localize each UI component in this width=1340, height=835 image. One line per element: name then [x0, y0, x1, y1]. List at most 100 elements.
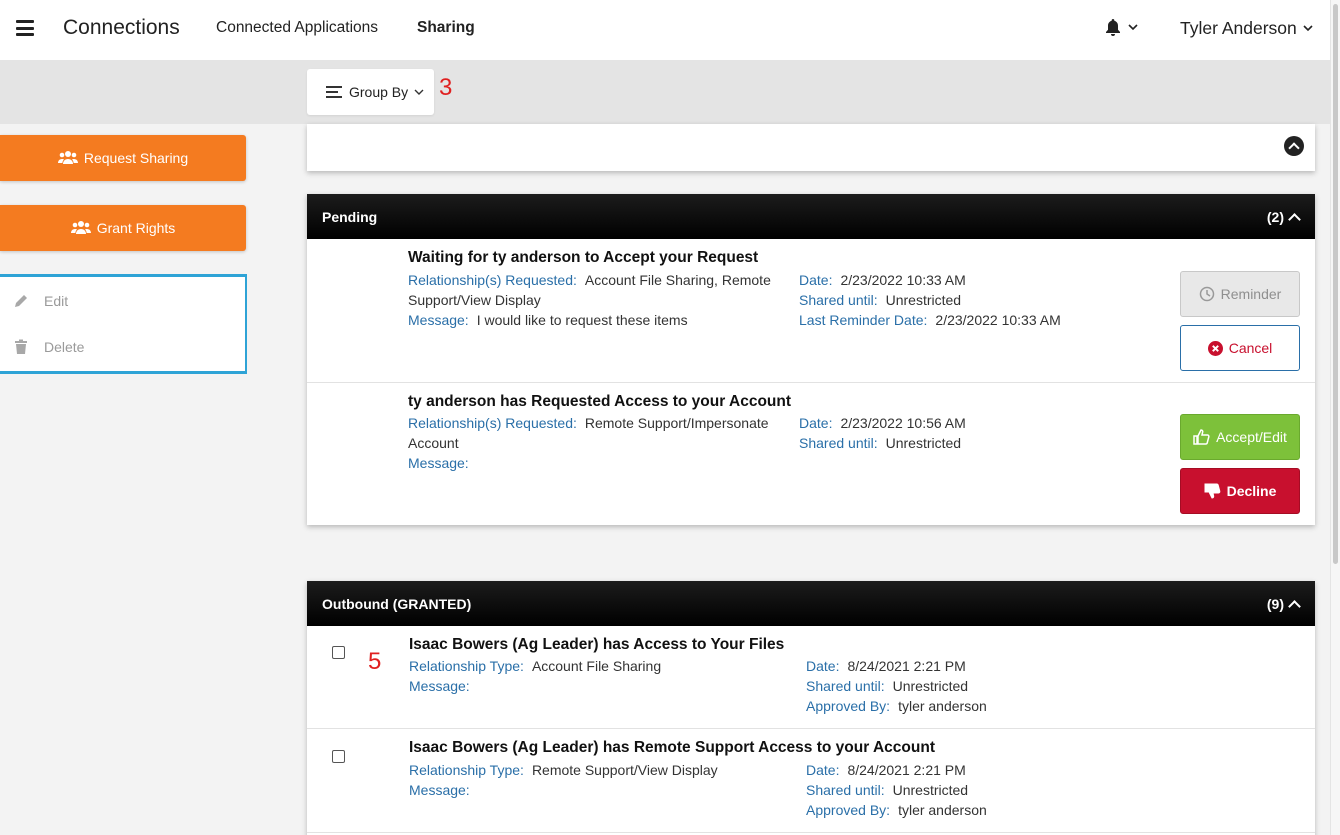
- outbound-title: Outbound (GRANTED): [322, 596, 472, 612]
- field-key: Message:: [409, 782, 470, 798]
- cancel-button[interactable]: Cancel: [1180, 325, 1300, 371]
- reminder-label: Reminder: [1220, 286, 1282, 302]
- date-field: Date: 2/23/2022 10:56 AM: [799, 413, 966, 433]
- delete-action[interactable]: Delete: [13, 339, 84, 355]
- accept-edit-button[interactable]: Accept/Edit: [1180, 414, 1300, 460]
- row-title: Isaac Bowers (Ag Leader) has Access to Y…: [409, 636, 785, 653]
- user-name: Tyler Anderson: [1180, 18, 1297, 38]
- field-value: I would like to request these items: [476, 312, 688, 328]
- field-value: 2/23/2022 10:33 AM: [840, 272, 966, 288]
- field-key: Date:: [806, 658, 840, 674]
- pending-row: ty anderson has Requested Access to your…: [307, 383, 1315, 525]
- close-circle-icon: [1207, 340, 1223, 356]
- field-key: Relationship(s) Requested:: [408, 272, 577, 288]
- cancel-label: Cancel: [1228, 340, 1273, 356]
- outbound-section: Outbound (GRANTED) (9) 5 Isaac Bowers (A…: [307, 581, 1315, 835]
- field-key: Date:: [799, 415, 833, 431]
- clock-icon: [1199, 286, 1214, 302]
- field-key: Relationship Type:: [409, 658, 524, 674]
- field-key: Message:: [408, 312, 469, 328]
- thumbs-up-icon: [1193, 429, 1210, 445]
- field-key: Date:: [799, 272, 833, 288]
- field-value: 2/23/2022 10:56 AM: [840, 415, 966, 431]
- field-value: Unrestricted: [892, 678, 969, 694]
- relationship-type-field: Relationship Type: Account File Sharing: [409, 656, 661, 676]
- chevron-down-icon: [414, 89, 424, 95]
- delete-label: Delete: [44, 339, 85, 355]
- row-title: ty anderson has Requested Access to your…: [408, 393, 792, 410]
- grant-rights-label: Grant Rights: [96, 220, 176, 236]
- field-key: Approved By:: [806, 802, 891, 818]
- field-key: Message:: [409, 678, 470, 694]
- request-sharing-button[interactable]: Request Sharing: [0, 135, 246, 181]
- outbound-row: Isaac Bowers (Ag Leader) has Remote Supp…: [307, 729, 1315, 833]
- edit-action[interactable]: Edit: [13, 293, 68, 309]
- users-icon: [57, 151, 78, 164]
- pending-header[interactable]: Pending (2): [307, 194, 1315, 239]
- field-key: Shared until:: [799, 435, 878, 451]
- row-checkbox[interactable]: [332, 750, 345, 763]
- scrollbar[interactable]: [1330, 0, 1340, 835]
- message-field: Message: I would like to request these it…: [408, 310, 688, 330]
- field-key: Approved By:: [806, 698, 891, 714]
- menu-icon[interactable]: [16, 20, 34, 36]
- field-key: Message:: [408, 455, 469, 471]
- relationship-field-cont: Support/View Display: [408, 292, 541, 308]
- field-value: tyler anderson: [898, 698, 987, 714]
- field-value: Unrestricted: [885, 292, 962, 308]
- action-panel: Edit Delete: [0, 274, 247, 374]
- group-by-button[interactable]: Group By: [307, 69, 434, 115]
- pending-section: Pending (2) Waiting for ty anderson to A…: [307, 194, 1315, 525]
- scrollbar-thumb[interactable]: [1333, 4, 1338, 564]
- field-value: Unrestricted: [892, 782, 969, 798]
- request-sharing-label: Request Sharing: [83, 150, 189, 166]
- notifications-button[interactable]: [1104, 18, 1138, 37]
- list-icon: [326, 83, 342, 101]
- field-value: tyler anderson: [898, 802, 987, 818]
- pending-count: (2): [1266, 209, 1284, 225]
- top-bar: Connections Connected Applications Shari…: [0, 0, 1330, 60]
- field-key: Last Reminder Date:: [799, 312, 928, 328]
- grant-rights-button[interactable]: Grant Rights: [0, 205, 246, 251]
- chevron-down-icon: [1128, 24, 1138, 31]
- field-value: Remote Support/Impersonate: [584, 415, 769, 431]
- date-field: Date: 8/24/2021 2:21 PM: [806, 656, 966, 676]
- nav-sharing[interactable]: Sharing: [417, 19, 475, 37]
- annotation-number: 3: [439, 74, 453, 101]
- app-title: Connections: [63, 16, 180, 39]
- field-value: 8/24/2021 2:21 PM: [847, 658, 966, 674]
- field-value: Unrestricted: [885, 435, 962, 451]
- row-title: Isaac Bowers (Ag Leader) has Remote Supp…: [409, 739, 935, 756]
- chevron-down-icon: [1303, 25, 1313, 32]
- relationship-field: Relationship(s) Requested: Account File S…: [408, 270, 771, 290]
- nav-connected-applications[interactable]: Connected Applications: [216, 19, 378, 37]
- field-key: Date:: [806, 762, 840, 778]
- field-value: Remote Support/View Display: [531, 762, 718, 778]
- filter-card: [307, 124, 1315, 171]
- shared-until-field: Shared until: Unrestricted: [806, 780, 968, 800]
- toolbar-strip: [0, 60, 1330, 124]
- date-field: Date: 2/23/2022 10:33 AM: [799, 270, 966, 290]
- approved-by-field: Approved By: tyler anderson: [806, 800, 987, 820]
- outbound-header[interactable]: Outbound (GRANTED) (9): [307, 581, 1315, 626]
- thumbs-down-icon: [1204, 483, 1220, 499]
- chevron-up-icon: [1288, 212, 1301, 226]
- field-value: Account File Sharing: [531, 658, 662, 674]
- group-by-label: Group By: [349, 84, 409, 100]
- last-reminder-field: Last Reminder Date: 2/23/2022 10:33 AM: [799, 310, 1061, 330]
- outbound-count-toggle[interactable]: (9): [1267, 596, 1301, 613]
- decline-button[interactable]: Decline: [1180, 468, 1300, 514]
- trash-icon: [15, 339, 27, 354]
- row-checkbox[interactable]: [332, 646, 345, 659]
- date-field: Date: 8/24/2021 2:21 PM: [806, 760, 966, 780]
- shared-until-field: Shared until: Unrestricted: [799, 433, 961, 453]
- chevron-up-circle-icon[interactable]: [1284, 136, 1304, 156]
- shared-until-field: Shared until: Unrestricted: [806, 676, 968, 696]
- reminder-button[interactable]: Reminder: [1180, 271, 1300, 317]
- field-key: Relationship Type:: [409, 762, 524, 778]
- user-menu[interactable]: Tyler Anderson: [1180, 18, 1313, 39]
- edit-label: Edit: [44, 293, 69, 309]
- shared-until-field: Shared until: Unrestricted: [799, 290, 961, 310]
- pending-count-toggle[interactable]: (2): [1266, 209, 1301, 226]
- relationship-field: Relationship(s) Requested: Remote Support…: [408, 413, 769, 433]
